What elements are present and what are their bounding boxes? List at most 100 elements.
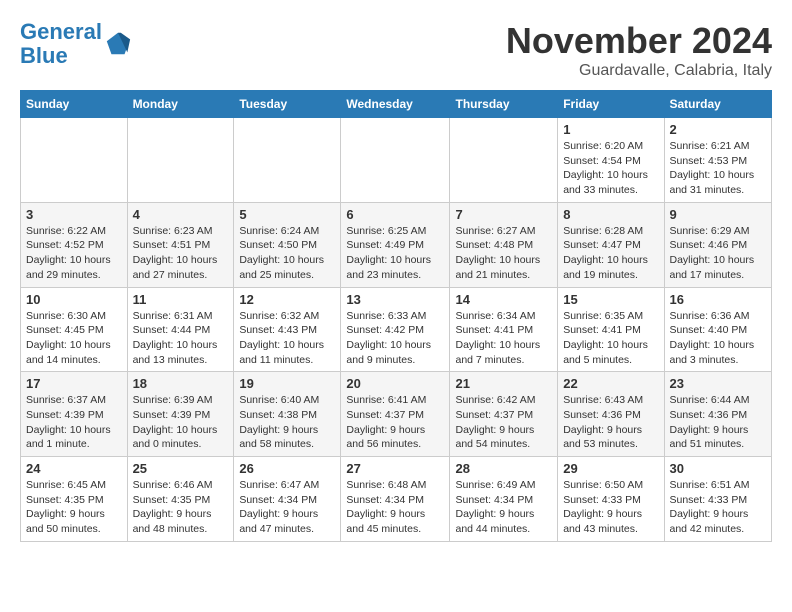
day-cell: [234, 118, 341, 203]
title-block: November 2024 Guardavalle, Calabria, Ita…: [506, 20, 772, 80]
day-info: Sunrise: 6:49 AM Sunset: 4:34 PM Dayligh…: [455, 478, 552, 537]
day-number: 19: [239, 376, 335, 391]
day-cell: 8Sunrise: 6:28 AM Sunset: 4:47 PM Daylig…: [558, 202, 664, 287]
page-header: GeneralBlue November 2024 Guardavalle, C…: [20, 20, 772, 80]
day-cell: 29 Sunrise: 6:50 AM Sunset: 4:33 PM Dayli…: [558, 457, 664, 542]
day-number: 14: [455, 292, 552, 307]
day-cell: 15 Sunrise: 6:35 AM Sunset: 4:41 PM Dayli…: [558, 287, 664, 372]
day-number: 17: [26, 376, 122, 391]
day-number: 18: [133, 376, 229, 391]
day-cell: 9 Sunrise: 6:29 AM Sunset: 4:46 PM Daylig…: [664, 202, 772, 287]
day-number: 16: [670, 292, 767, 307]
day-number: 29: [563, 461, 658, 476]
month-title: November 2024: [506, 20, 772, 62]
day-info: Sunrise: 6:37 AM Sunset: 4:39 PM Dayligh…: [26, 393, 122, 452]
day-number: 10: [26, 292, 122, 307]
day-cell: 3 Sunrise: 6:22 AM Sunset: 4:52 PM Daylig…: [21, 202, 128, 287]
logo-text: GeneralBlue: [20, 20, 102, 68]
day-number: 25: [133, 461, 229, 476]
day-number: 28: [455, 461, 552, 476]
day-info: Sunrise: 6:50 AM Sunset: 4:33 PM Dayligh…: [563, 478, 658, 537]
day-info: Sunrise: 6:36 AM Sunset: 4:40 PM Dayligh…: [670, 309, 767, 368]
day-info: Sunrise: 6:41 AM Sunset: 4:37 PM Dayligh…: [346, 393, 444, 452]
day-cell: 13 Sunrise: 6:33 AM Sunset: 4:42 PM Dayli…: [341, 287, 450, 372]
day-number: 30: [670, 461, 767, 476]
day-number: 3: [26, 207, 122, 222]
calendar-table: SundayMondayTuesdayWednesdayThursdayFrid…: [20, 90, 772, 542]
day-info: Sunrise: 6:21 AM Sunset: 4:53 PM Dayligh…: [670, 139, 767, 198]
day-info: Sunrise: 6:35 AM Sunset: 4:41 PM Dayligh…: [563, 309, 658, 368]
day-info: Sunrise: 6:43 AM Sunset: 4:36 PM Dayligh…: [563, 393, 658, 452]
column-header-sunday: Sunday: [21, 91, 128, 118]
day-cell: 28 Sunrise: 6:49 AM Sunset: 4:34 PM Dayli…: [450, 457, 558, 542]
day-cell: 11Sunrise: 6:31 AM Sunset: 4:44 PM Dayli…: [127, 287, 234, 372]
week-row-2: 3 Sunrise: 6:22 AM Sunset: 4:52 PM Daylig…: [21, 202, 772, 287]
week-row-1: 1 Sunrise: 6:20 AM Sunset: 4:54 PM Daylig…: [21, 118, 772, 203]
day-info: Sunrise: 6:47 AM Sunset: 4:34 PM Dayligh…: [239, 478, 335, 537]
day-number: 26: [239, 461, 335, 476]
day-info: Sunrise: 6:25 AM Sunset: 4:49 PM Dayligh…: [346, 224, 444, 283]
day-number: 22: [563, 376, 658, 391]
day-cell: 21 Sunrise: 6:42 AM Sunset: 4:37 PM Dayli…: [450, 372, 558, 457]
day-number: 13: [346, 292, 444, 307]
day-info: Sunrise: 6:44 AM Sunset: 4:36 PM Dayligh…: [670, 393, 767, 452]
day-number: 1: [563, 122, 658, 137]
day-number: 23: [670, 376, 767, 391]
day-info: Sunrise: 6:31 AM Sunset: 4:44 PM Dayligh…: [133, 309, 229, 368]
day-info: Sunrise: 6:22 AM Sunset: 4:52 PM Dayligh…: [26, 224, 122, 283]
day-cell: 1 Sunrise: 6:20 AM Sunset: 4:54 PM Daylig…: [558, 118, 664, 203]
day-number: 21: [455, 376, 552, 391]
week-row-4: 17 Sunrise: 6:37 AM Sunset: 4:39 PM Dayli…: [21, 372, 772, 457]
column-header-tuesday: Tuesday: [234, 91, 341, 118]
day-cell: 24 Sunrise: 6:45 AM Sunset: 4:35 PM Dayli…: [21, 457, 128, 542]
day-info: Sunrise: 6:34 AM Sunset: 4:41 PM Dayligh…: [455, 309, 552, 368]
day-info: Sunrise: 6:33 AM Sunset: 4:42 PM Dayligh…: [346, 309, 444, 368]
day-cell: 25Sunrise: 6:46 AM Sunset: 4:35 PM Dayli…: [127, 457, 234, 542]
day-info: Sunrise: 6:45 AM Sunset: 4:35 PM Dayligh…: [26, 478, 122, 537]
day-cell: 26 Sunrise: 6:47 AM Sunset: 4:34 PM Dayli…: [234, 457, 341, 542]
day-number: 6: [346, 207, 444, 222]
day-number: 12: [239, 292, 335, 307]
day-number: 20: [346, 376, 444, 391]
day-cell: 2 Sunrise: 6:21 AM Sunset: 4:53 PM Daylig…: [664, 118, 772, 203]
column-header-wednesday: Wednesday: [341, 91, 450, 118]
day-cell: 4 Sunrise: 6:23 AM Sunset: 4:51 PM Daylig…: [127, 202, 234, 287]
week-row-3: 10 Sunrise: 6:30 AM Sunset: 4:45 PM Dayli…: [21, 287, 772, 372]
day-info: Sunrise: 6:28 AM Sunset: 4:47 PM Dayligh…: [563, 224, 658, 283]
day-number: 15: [563, 292, 658, 307]
day-cell: 10 Sunrise: 6:30 AM Sunset: 4:45 PM Dayli…: [21, 287, 128, 372]
day-cell: 20 Sunrise: 6:41 AM Sunset: 4:37 PM Dayli…: [341, 372, 450, 457]
day-cell: [21, 118, 128, 203]
day-cell: 5Sunrise: 6:24 AM Sunset: 4:50 PM Daylig…: [234, 202, 341, 287]
column-header-saturday: Saturday: [664, 91, 772, 118]
day-cell: 30 Sunrise: 6:51 AM Sunset: 4:33 PM Dayli…: [664, 457, 772, 542]
day-number: 4: [133, 207, 229, 222]
day-cell: 7Sunrise: 6:27 AM Sunset: 4:48 PM Daylig…: [450, 202, 558, 287]
day-info: Sunrise: 6:42 AM Sunset: 4:37 PM Dayligh…: [455, 393, 552, 452]
day-cell: 19Sunrise: 6:40 AM Sunset: 4:38 PM Dayli…: [234, 372, 341, 457]
day-cell: 23 Sunrise: 6:44 AM Sunset: 4:36 PM Dayli…: [664, 372, 772, 457]
column-header-friday: Friday: [558, 91, 664, 118]
day-info: Sunrise: 6:20 AM Sunset: 4:54 PM Dayligh…: [563, 139, 658, 198]
day-cell: 18 Sunrise: 6:39 AM Sunset: 4:39 PM Dayli…: [127, 372, 234, 457]
day-info: Sunrise: 6:29 AM Sunset: 4:46 PM Dayligh…: [670, 224, 767, 283]
logo-icon: [104, 30, 132, 58]
day-number: 27: [346, 461, 444, 476]
day-number: 24: [26, 461, 122, 476]
day-number: 2: [670, 122, 767, 137]
column-header-thursday: Thursday: [450, 91, 558, 118]
day-info: Sunrise: 6:23 AM Sunset: 4:51 PM Dayligh…: [133, 224, 229, 283]
day-info: Sunrise: 6:51 AM Sunset: 4:33 PM Dayligh…: [670, 478, 767, 537]
day-info: Sunrise: 6:30 AM Sunset: 4:45 PM Dayligh…: [26, 309, 122, 368]
day-number: 9: [670, 207, 767, 222]
location-title: Guardavalle, Calabria, Italy: [506, 62, 772, 80]
day-info: Sunrise: 6:27 AM Sunset: 4:48 PM Dayligh…: [455, 224, 552, 283]
day-cell: [450, 118, 558, 203]
day-info: Sunrise: 6:39 AM Sunset: 4:39 PM Dayligh…: [133, 393, 229, 452]
day-cell: 16 Sunrise: 6:36 AM Sunset: 4:40 PM Dayli…: [664, 287, 772, 372]
day-cell: 14 Sunrise: 6:34 AM Sunset: 4:41 PM Dayli…: [450, 287, 558, 372]
day-cell: 17 Sunrise: 6:37 AM Sunset: 4:39 PM Dayli…: [21, 372, 128, 457]
day-info: Sunrise: 6:32 AM Sunset: 4:43 PM Dayligh…: [239, 309, 335, 368]
day-number: 5: [239, 207, 335, 222]
week-row-5: 24 Sunrise: 6:45 AM Sunset: 4:35 PM Dayli…: [21, 457, 772, 542]
